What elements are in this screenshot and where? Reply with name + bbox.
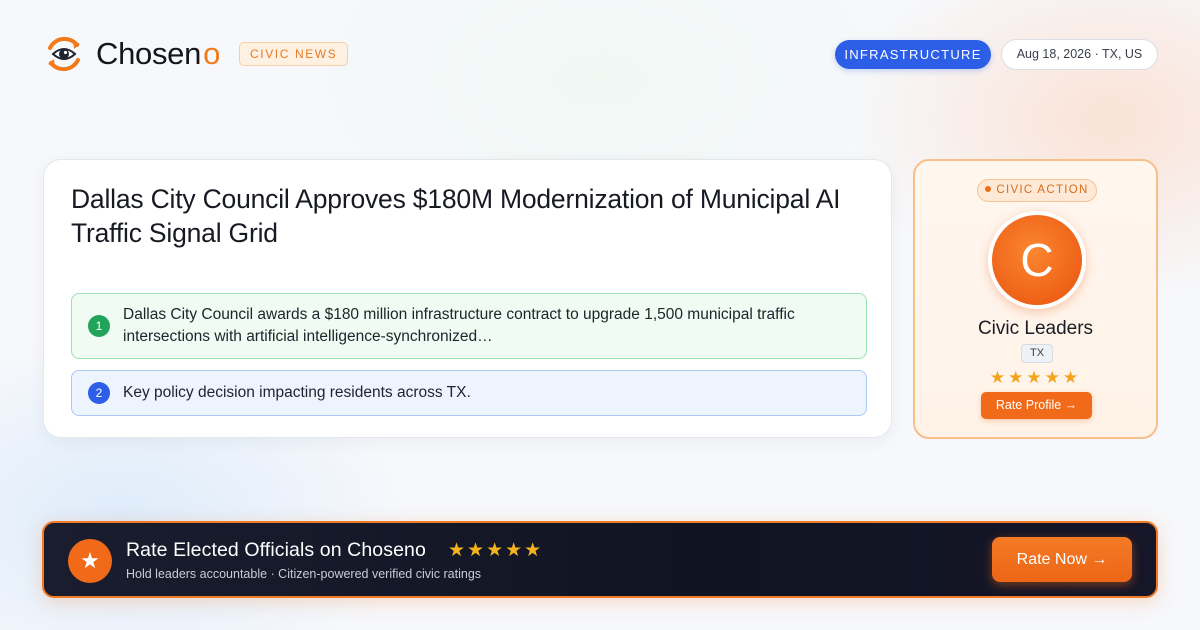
banner-stars-icon: ★★★★★: [448, 540, 544, 561]
civic-action-card: CIVIC ACTION C Civic Leaders TX ★★★★★ Ra…: [913, 159, 1158, 439]
brand-logo[interactable]: Choseno: [44, 34, 220, 74]
article-card: Dallas City Council Approves $180M Moder…: [43, 159, 892, 438]
key-point-2: 2 Key policy decision impacting resident…: [71, 370, 867, 416]
rate-profile-button[interactable]: Rate Profile →: [981, 392, 1092, 419]
civic-news-badge: CIVIC NEWS: [239, 42, 349, 66]
banner-subtitle: Hold leaders accountable · Citizen-power…: [126, 567, 482, 581]
article-headline: Dallas City Council Approves $180M Moder…: [71, 184, 841, 248]
state-tag: TX: [1021, 344, 1053, 363]
rate-now-button[interactable]: Rate Now →: [992, 537, 1132, 582]
civic-action-badge: CIVIC ACTION: [977, 179, 1097, 202]
rate-officials-banner: ★ Rate Elected Officials on Choseno ★★★★…: [42, 521, 1158, 598]
point-text: Key policy decision impacting residents …: [123, 384, 471, 401]
dot-icon: [985, 186, 992, 192]
category-pill[interactable]: INFRASTRUCTURE: [835, 40, 991, 69]
avatar[interactable]: C: [988, 211, 1086, 309]
star-icon: ★: [68, 539, 112, 583]
banner-title: Rate Elected Officials on Choseno: [126, 539, 426, 561]
key-point-1: 1 Dallas City Council awards a $180 mill…: [71, 293, 867, 359]
brand-name: Choseno: [96, 36, 221, 71]
point-number-badge: 1: [88, 315, 110, 337]
eye-logo-icon: [48, 36, 80, 72]
leader-name: Civic Leaders: [977, 318, 1094, 339]
rating-stars-icon: ★★★★★: [989, 368, 1082, 387]
point-number-badge: 2: [88, 382, 110, 404]
date-location-pill: Aug 18, 2026 · TX, US: [1001, 39, 1158, 70]
point-text: Dallas City Council awards a $180 millio…: [123, 306, 795, 345]
